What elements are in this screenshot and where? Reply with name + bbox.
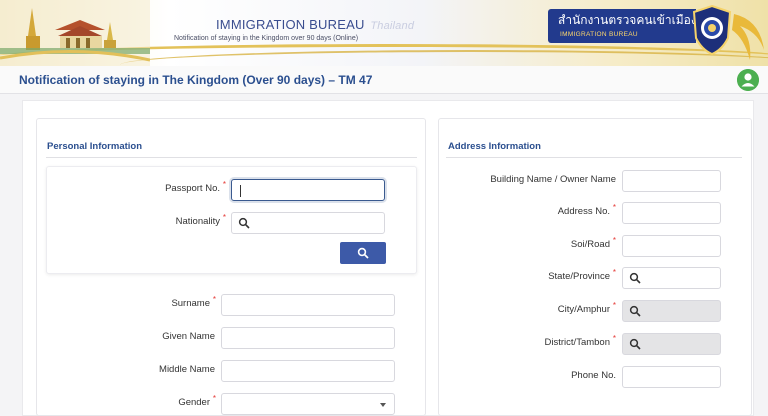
search-icon <box>629 305 641 317</box>
required-mark: * <box>612 301 616 310</box>
surname-input[interactable] <box>221 294 395 316</box>
police-emblem-icon <box>692 4 732 56</box>
address-section-divider <box>446 157 742 158</box>
city-amphur-label-text: City/Amphur <box>557 304 610 315</box>
address-section-title: Address Information <box>448 141 541 152</box>
temple-illustration-icon <box>0 0 150 66</box>
passport-search-button[interactable] <box>340 242 386 264</box>
personal-section-divider <box>46 157 417 158</box>
building-input[interactable] <box>622 170 721 192</box>
district-tambon-label-text: District/Tambon <box>544 337 610 348</box>
passport-label: Passport No. * <box>130 180 226 194</box>
required-mark: * <box>612 236 616 245</box>
thai-bureau-name-en: IMMIGRATION BUREAU <box>560 31 638 38</box>
phone-label: Phone No. <box>571 370 616 381</box>
required-mark: * <box>612 203 616 212</box>
soi-road-label-text: Soi/Road <box>570 239 610 250</box>
address-no-label: Address No. * <box>510 203 616 217</box>
city-amphur-label: City/Amphur * <box>510 301 616 315</box>
search-button-icon <box>357 247 369 259</box>
soi-road-label: Soi/Road * <box>510 236 616 250</box>
middle-name-input[interactable] <box>221 360 395 382</box>
given-name-label: Given Name <box>162 331 215 342</box>
nationality-search-input[interactable] <box>231 212 385 234</box>
thai-bureau-name: สำนักงานตรวจคนเข้าเมือง <box>558 13 697 27</box>
address-no-input[interactable] <box>622 202 721 224</box>
building-label: Building Name / Owner Name <box>490 174 616 185</box>
state-province-label: State/Province * <box>510 268 616 282</box>
user-account-icon[interactable] <box>737 69 759 91</box>
bureau-subtitle: Notification of staying in the Kingdom o… <box>174 35 359 42</box>
passport-input[interactable] <box>231 179 385 201</box>
given-name-input[interactable] <box>221 327 395 349</box>
middle-name-label: Middle Name <box>159 364 215 375</box>
required-mark: * <box>612 334 616 343</box>
surname-label: Surname * <box>120 295 216 309</box>
state-province-label-text: State/Province <box>548 271 610 282</box>
address-no-label-text: Address No. <box>557 206 610 217</box>
required-mark: * <box>212 394 216 403</box>
required-mark: * <box>222 180 226 189</box>
bureau-title-suffix: Thailand <box>370 20 415 32</box>
nationality-label-text: Nationality <box>175 216 220 227</box>
phone-input[interactable] <box>622 366 721 388</box>
gender-label: Gender * <box>120 394 216 408</box>
required-mark: * <box>612 268 616 277</box>
nationality-label: Nationality * <box>130 213 226 227</box>
search-icon <box>629 272 641 284</box>
passport-label-text: Passport No. <box>165 183 220 194</box>
gender-select[interactable] <box>221 393 395 415</box>
text-cursor <box>240 185 241 197</box>
search-icon <box>238 217 250 229</box>
personal-section-title: Personal Information <box>47 141 143 152</box>
page-title: Notification of staying in The Kingdom (… <box>19 73 373 87</box>
page-title-bar: Notification of staying in The Kingdom (… <box>0 66 768 94</box>
required-mark: * <box>212 295 216 304</box>
bureau-title-text: IMMIGRATION BUREAU <box>216 17 365 32</box>
district-tambon-label: District/Tambon * <box>510 334 616 348</box>
header-banner: IMMIGRATION BUREAU Thailand Notification… <box>0 0 768 66</box>
gold-flare-decoration-icon <box>732 14 764 60</box>
required-mark: * <box>222 213 226 222</box>
search-icon <box>629 338 641 350</box>
bureau-title: IMMIGRATION BUREAU Thailand <box>216 17 414 32</box>
chevron-down-icon <box>380 403 386 407</box>
soi-road-input[interactable] <box>622 235 721 257</box>
gender-label-text: Gender <box>178 397 210 408</box>
surname-label-text: Surname <box>171 298 210 309</box>
